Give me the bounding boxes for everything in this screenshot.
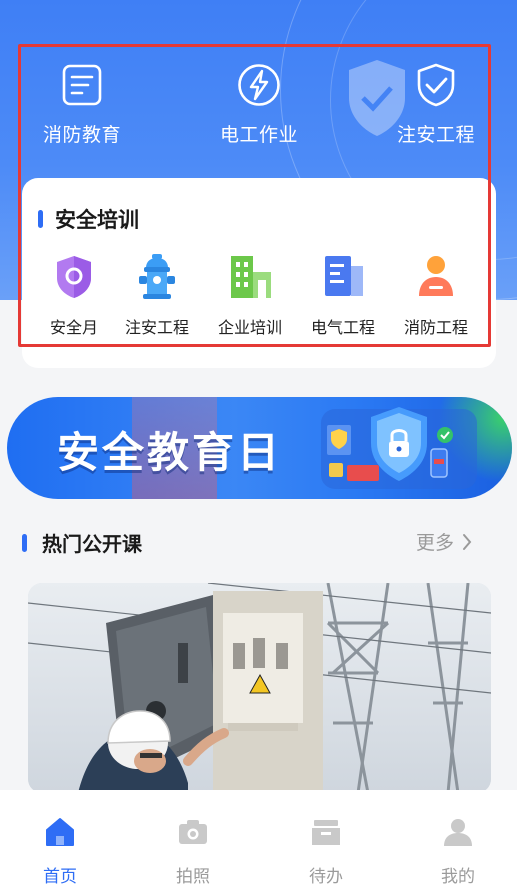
lightning-icon bbox=[236, 62, 282, 108]
shortcut-label: 注安工程 bbox=[396, 124, 475, 146]
shortcut-fire-education[interactable]: 消防教育 bbox=[17, 62, 147, 147]
shortcut-safety-engineering[interactable]: 注安工程 bbox=[371, 62, 501, 147]
camera-icon bbox=[179, 820, 207, 844]
title-accent-bar bbox=[38, 210, 43, 228]
shortcut-label: 电工作业 bbox=[219, 124, 298, 146]
training-item-fire-engineering[interactable]: 消防工程 bbox=[389, 252, 483, 338]
training-items: 安全月 注安工程 企业培训 电气工程 消防工程 bbox=[22, 252, 496, 342]
bottom-tab-bar: 首页 拍照 待办 我的 bbox=[0, 790, 517, 895]
shortcut-electrician-work[interactable]: 电工作业 bbox=[194, 62, 324, 147]
top-shortcuts: 消防教育 电工作业 注安工程 bbox=[20, 62, 490, 152]
tab-label: 首页 bbox=[43, 867, 77, 887]
security-lock-illustration bbox=[321, 407, 477, 489]
shield-check-icon bbox=[413, 62, 459, 108]
section-title: 安全培训 bbox=[38, 204, 139, 234]
electrician-photo bbox=[28, 583, 491, 793]
training-item-safety-engineering[interactable]: 注安工程 bbox=[110, 252, 204, 338]
person-icon bbox=[411, 252, 461, 300]
panel-icon bbox=[318, 252, 368, 300]
user-icon bbox=[444, 819, 472, 846]
purple-shield-icon bbox=[49, 252, 99, 300]
fire-hydrant-icon bbox=[132, 252, 182, 300]
training-item-enterprise-training[interactable]: 企业培训 bbox=[203, 252, 297, 338]
chevron-right-icon bbox=[463, 533, 472, 550]
tab-camera[interactable]: 拍照 bbox=[148, 816, 238, 887]
shortcut-label: 消防教育 bbox=[42, 124, 121, 146]
more-link[interactable]: 更多 bbox=[416, 528, 472, 555]
tab-todo[interactable]: 待办 bbox=[281, 816, 371, 887]
safety-training-card: 安全培训 安全月 注安工程 企业培训 电气工程 消防工程 bbox=[22, 178, 496, 368]
course-thumbnail[interactable] bbox=[28, 583, 491, 793]
hot-courses-title: 热门公开课 bbox=[42, 532, 142, 556]
training-item-label: 注安工程 bbox=[124, 318, 189, 337]
training-item-label: 电气工程 bbox=[310, 318, 375, 337]
document-list-icon bbox=[59, 62, 105, 108]
training-item-label: 企业培训 bbox=[217, 318, 282, 337]
tab-label: 待办 bbox=[309, 867, 343, 887]
title-accent-bar bbox=[22, 534, 27, 552]
training-title: 安全培训 bbox=[55, 208, 139, 232]
training-item-label: 消防工程 bbox=[403, 318, 468, 337]
training-item-safety-month[interactable]: 安全月 bbox=[27, 252, 121, 338]
building-icon bbox=[225, 252, 275, 300]
training-item-label: 安全月 bbox=[49, 318, 98, 337]
more-label: 更多 bbox=[415, 532, 454, 554]
inbox-icon bbox=[312, 820, 340, 845]
safety-education-day-banner[interactable]: 安全教育日 bbox=[7, 397, 512, 499]
tab-label: 我的 bbox=[441, 867, 475, 887]
tab-profile[interactable]: 我的 bbox=[413, 816, 503, 887]
tab-home[interactable]: 首页 bbox=[15, 816, 105, 887]
tab-label: 拍照 bbox=[176, 867, 210, 887]
training-item-electrical-engineering[interactable]: 电气工程 bbox=[296, 252, 390, 338]
banner-title: 安全教育日 bbox=[57, 428, 283, 477]
home-icon bbox=[46, 818, 74, 846]
hot-courses-header: 热门公开课 更多 bbox=[22, 528, 472, 558]
